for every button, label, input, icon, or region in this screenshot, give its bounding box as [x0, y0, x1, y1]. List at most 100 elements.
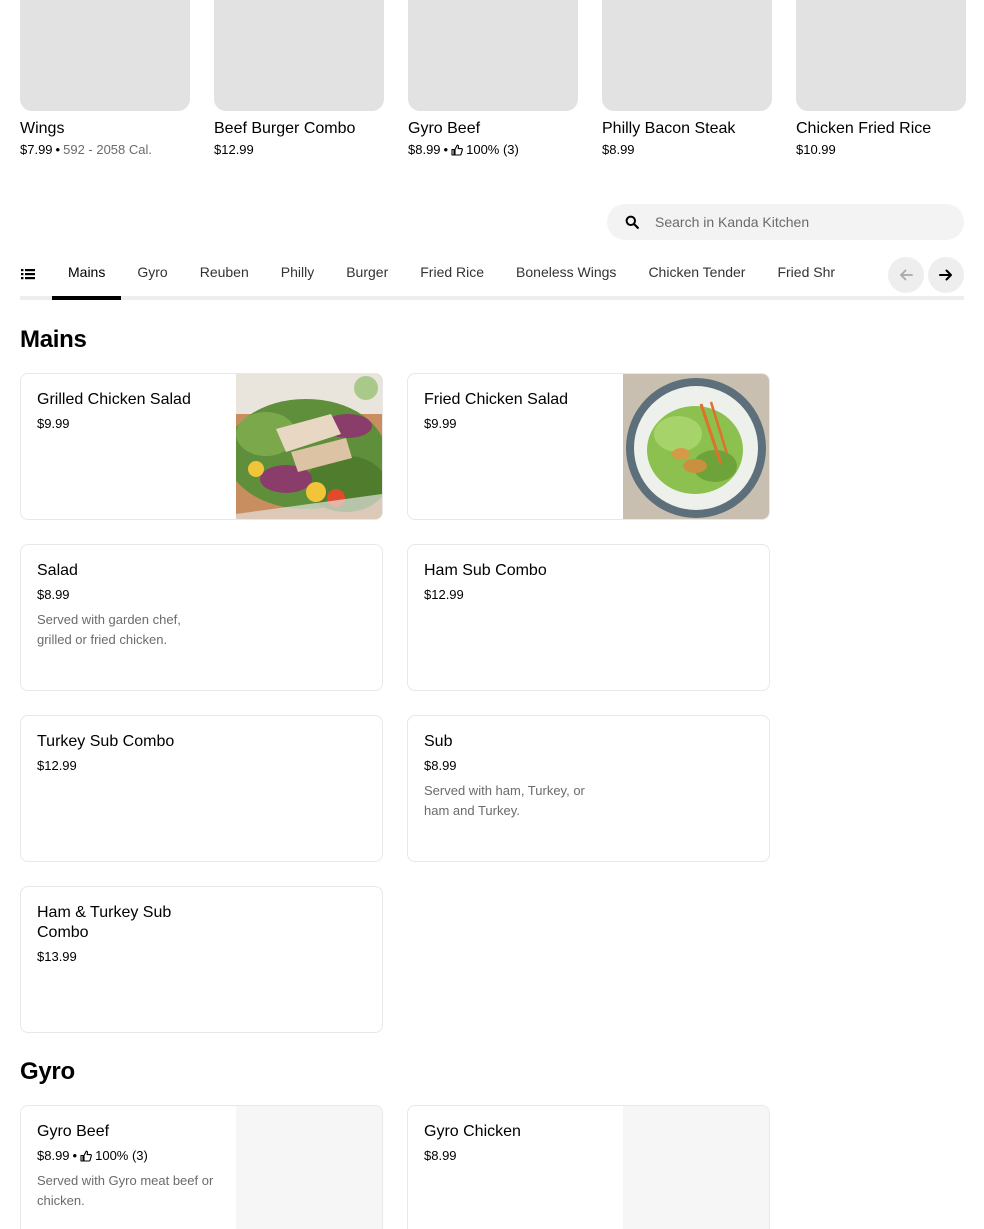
featured-item-rating: 100% (3): [466, 142, 519, 157]
featured-item-price: $7.99: [20, 142, 53, 157]
meta-separator: •: [55, 142, 61, 157]
menu-item-info: Ham Sub Combo $12.99: [424, 561, 614, 604]
menu-item-info: Fried Chicken Salad $9.99: [424, 390, 614, 433]
featured-item-image[interactable]: [20, 0, 190, 111]
featured-item[interactable]: Wings $7.99 • 592 - 2058 Cal.: [20, 0, 190, 159]
featured-item-meta: $8.99 • 100% (3): [408, 141, 578, 159]
featured-item-meta: $12.99: [214, 141, 384, 159]
featured-item[interactable]: Chicken Fried Rice $10.99: [796, 0, 966, 159]
tab-mains[interactable]: Mains: [52, 250, 122, 300]
featured-item-price: $12.99: [214, 142, 254, 157]
section-title-gyro: Gyro: [20, 1058, 75, 1085]
featured-item-name: Wings: [20, 120, 65, 137]
menu-item-price: $13.99: [37, 949, 77, 964]
tabs-scroll-right-button[interactable]: [928, 257, 964, 293]
thumbs-up-icon: [451, 144, 464, 156]
fried-chicken-salad-image: [623, 374, 769, 519]
menu-item-meta: $8.99: [37, 586, 227, 604]
menu-item-card[interactable]: Ham Sub Combo $12.99: [407, 544, 770, 691]
tab-fried-shrimp[interactable]: Fried Shr: [761, 250, 851, 300]
menu-item-name: Sub: [424, 733, 453, 750]
menu-item-info: Gyro Chicken $8.99: [424, 1122, 614, 1165]
featured-item-name: Beef Burger Combo: [214, 120, 356, 137]
menu-item-price: $8.99: [37, 1148, 70, 1163]
featured-item-image[interactable]: [214, 0, 384, 111]
menu-item-meta: $8.99 • 100% (3): [37, 1147, 222, 1165]
menu-item-description: Served with Gyro meat beef or chicken.: [37, 1173, 214, 1208]
menu-item-card[interactable]: Grilled Chicken Salad $9.99: [20, 373, 383, 520]
menu-item-info: Ham & Turkey Sub Combo $13.99: [37, 903, 207, 966]
menu-item-name: Gyro Chicken: [424, 1123, 521, 1140]
menu-item-card[interactable]: Ham & Turkey Sub Combo $13.99: [20, 886, 383, 1033]
featured-item-name: Gyro Beef: [408, 120, 481, 137]
tab-reuben[interactable]: Reuben: [184, 250, 265, 300]
menu-item-description: Served with ham, Turkey, or ham and Turk…: [424, 783, 585, 818]
menu-item-name: Gyro Beef: [37, 1123, 110, 1140]
grilled-chicken-salad-image: [236, 374, 382, 519]
category-tabs: Mains Gyro Reuben Philly Burger Fried Ri…: [52, 250, 888, 300]
featured-item[interactable]: Philly Bacon Steak $8.99: [602, 0, 772, 159]
menu-item-image-placeholder: [236, 1106, 382, 1229]
menu-item-name: Fried Chicken Salad: [424, 391, 569, 408]
tab-chicken-tender[interactable]: Chicken Tender: [632, 250, 761, 300]
menu-item-description: Served with garden chef, grilled or frie…: [37, 612, 181, 647]
featured-item-image[interactable]: [796, 0, 966, 111]
featured-item-image[interactable]: [408, 0, 578, 111]
menu-item-price: $8.99: [37, 587, 70, 602]
arrow-right-icon: [939, 269, 952, 281]
menu-item-image-placeholder: [623, 1106, 769, 1229]
section-title-mains: Mains: [20, 326, 87, 353]
featured-item[interactable]: Gyro Beef $8.99 • 100% (3): [408, 0, 578, 159]
menu-item-price: $12.99: [37, 758, 77, 773]
menu-item-price: $8.99: [424, 758, 457, 773]
menu-item-name: Ham Sub Combo: [424, 562, 547, 579]
menu-item-price: $12.99: [424, 587, 464, 602]
featured-item-price: $10.99: [796, 142, 836, 157]
menu-item-card[interactable]: Gyro Beef $8.99 • 100% (3) Served with G…: [20, 1105, 383, 1229]
tab-philly[interactable]: Philly: [265, 250, 330, 300]
menu-item-price: $9.99: [424, 416, 457, 431]
search-icon: [625, 215, 639, 229]
featured-item-meta: $10.99: [796, 141, 966, 159]
thumbs-up-icon: [80, 1150, 93, 1162]
tab-boneless-wings[interactable]: Boneless Wings: [500, 250, 632, 300]
arrow-left-icon: [900, 269, 913, 281]
featured-item-price: $8.99: [602, 142, 635, 157]
menu-item-info: Sub $8.99 Served with ham, Turkey, or ha…: [424, 732, 614, 821]
tab-fried-rice[interactable]: Fried Rice: [404, 250, 500, 300]
menu-item-card[interactable]: Turkey Sub Combo $12.99: [20, 715, 383, 862]
featured-item-meta: $8.99: [602, 141, 772, 159]
menu-item-name: Salad: [37, 562, 78, 579]
menu-item-card[interactable]: Sub $8.99 Served with ham, Turkey, or ha…: [407, 715, 770, 862]
tabs-scroll-left-button[interactable]: [888, 257, 924, 293]
menu-item-meta: $9.99: [37, 415, 227, 433]
menu-item-info: Turkey Sub Combo $12.99: [37, 732, 227, 775]
menu-item-name: Ham & Turkey Sub Combo: [37, 904, 172, 941]
menu-item-card[interactable]: Fried Chicken Salad $9.99: [407, 373, 770, 520]
featured-item[interactable]: Beef Burger Combo $12.99: [214, 0, 384, 159]
featured-item-image[interactable]: [602, 0, 772, 111]
featured-item-name: Chicken Fried Rice: [796, 120, 932, 137]
menu-item-info: Salad $8.99 Served with garden chef, gri…: [37, 561, 227, 650]
menu-item-card[interactable]: Gyro Chicken $8.99: [407, 1105, 770, 1229]
tab-burger[interactable]: Burger: [330, 250, 404, 300]
menu-item-name: Grilled Chicken Salad: [37, 391, 191, 408]
menu-item-meta: $9.99: [424, 415, 614, 433]
featured-item-calories: 592 - 2058 Cal.: [63, 142, 153, 157]
search-input[interactable]: [655, 214, 935, 230]
menu-list-icon[interactable]: [20, 266, 36, 282]
menu-item-meta: $12.99: [424, 586, 614, 604]
menu-item-card[interactable]: Salad $8.99 Served with garden chef, gri…: [20, 544, 383, 691]
tab-gyro[interactable]: Gyro: [121, 250, 183, 300]
menu-item-info: Grilled Chicken Salad $9.99: [37, 390, 227, 433]
menu-item-price: $8.99: [424, 1148, 457, 1163]
menu-item-name: Turkey Sub Combo: [37, 733, 175, 750]
featured-item-price: $8.99: [408, 142, 441, 157]
menu-item-meta: $8.99: [424, 1147, 614, 1165]
featured-item-meta: $7.99 • 592 - 2058 Cal.: [20, 141, 190, 159]
store-search-bar[interactable]: [607, 204, 964, 240]
menu-item-meta: $12.99: [37, 757, 227, 775]
menu-item-price: $9.99: [37, 416, 70, 431]
menu-item-info: Gyro Beef $8.99 • 100% (3) Served with G…: [37, 1122, 222, 1211]
meta-separator: •: [72, 1148, 78, 1163]
